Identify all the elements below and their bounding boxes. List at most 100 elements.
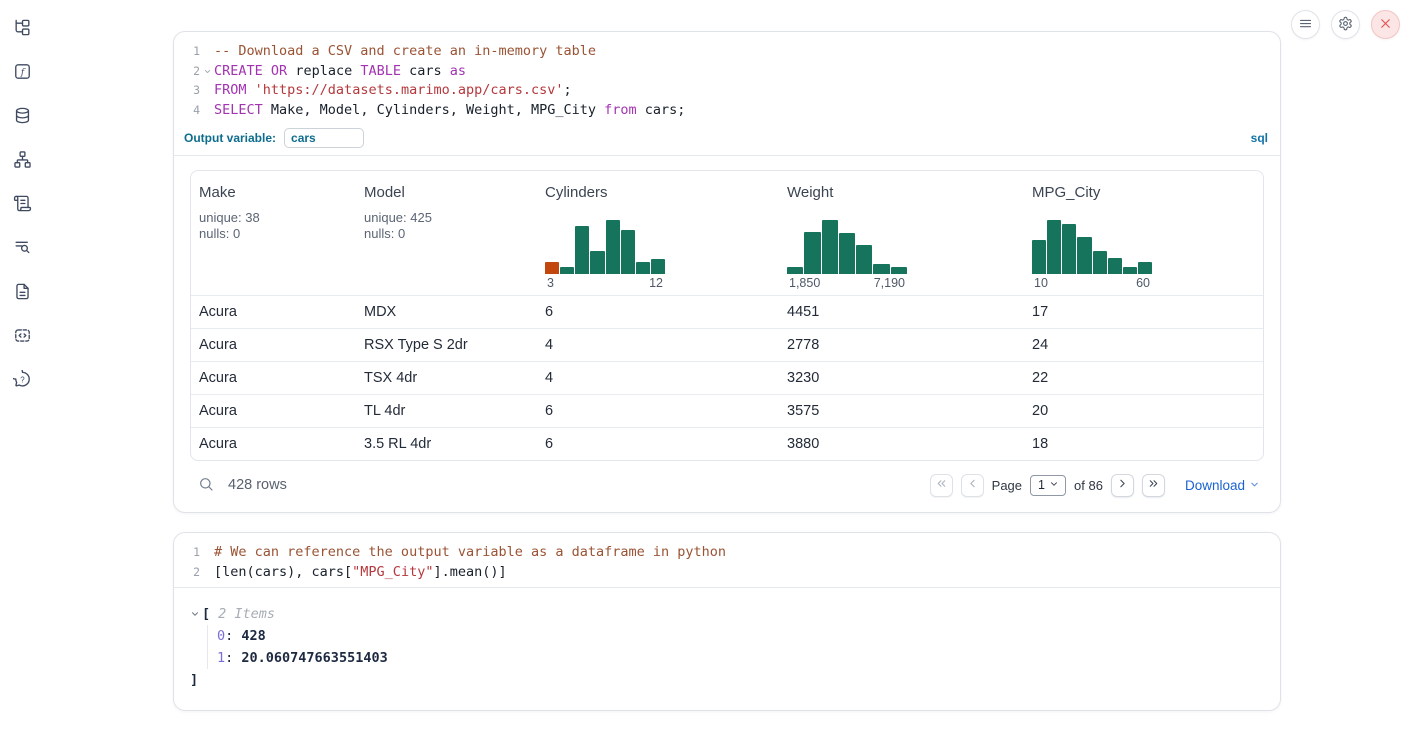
table-cell: 6	[537, 304, 779, 320]
sidebar-dependency-graph-button[interactable]	[8, 147, 36, 175]
tree-collapse-chevron-icon[interactable]	[190, 609, 202, 619]
line-number: 3	[182, 81, 200, 101]
table-row: AcuraTSX 4dr4323022	[191, 361, 1263, 394]
sql-cell: 1-- Download a CSV and create an in-memo…	[173, 31, 1281, 513]
python-code-editor[interactable]: 1# We can reference the output variable …	[174, 533, 1280, 587]
column-stat: nulls: 0	[199, 226, 352, 243]
column-header: Weight 1,850 7,190	[779, 171, 1024, 295]
histogram-bar	[545, 262, 559, 274]
histogram-bars	[545, 220, 665, 274]
column-stat: nulls: 0	[364, 226, 533, 243]
code-token: from	[604, 102, 637, 118]
output-variable-label: Output variable:	[184, 131, 276, 145]
file-tree-icon	[13, 18, 32, 40]
code-line[interactable]: 1# We can reference the output variable …	[174, 543, 1280, 563]
chevrons-right-icon	[1147, 477, 1160, 493]
axis-min-label: 1,850	[789, 276, 820, 290]
table-cell: 4451	[779, 304, 1024, 320]
table-row: AcuraMDX6445117	[191, 295, 1263, 328]
histogram-bar	[621, 230, 635, 274]
network-icon	[13, 150, 32, 172]
sql-code-editor[interactable]: 1-- Download a CSV and create an in-memo…	[174, 32, 1280, 126]
next-page-button[interactable]	[1111, 474, 1134, 497]
tree-entry-key: 1	[217, 650, 225, 666]
hamburger-menu-icon	[1298, 16, 1313, 34]
table-cell: Acura	[191, 304, 356, 320]
code-token: OR	[271, 63, 287, 79]
line-number: 2	[182, 563, 200, 583]
code-line[interactable]: 2[len(cars), cars["MPG_City"].mean()]	[174, 563, 1280, 583]
code-line[interactable]: 3FROM 'https://datasets.marimo.app/cars.…	[174, 81, 1280, 101]
code-line[interactable]: 1-- Download a CSV and create an in-memo…	[174, 42, 1280, 62]
language-badge[interactable]: sql	[1251, 131, 1268, 145]
sidebar-documentation-button[interactable]	[8, 279, 36, 307]
histogram-bar	[1138, 262, 1152, 274]
table-cell: Acura	[191, 337, 356, 353]
table-cell: TSX 4dr	[356, 370, 537, 386]
histogram-bar	[822, 220, 838, 274]
notebook-menu-button[interactable]	[1291, 10, 1320, 39]
search-icon	[198, 476, 214, 495]
table-cell: MDX	[356, 304, 537, 320]
search-button[interactable]	[196, 475, 216, 495]
page-label: Page	[992, 478, 1022, 493]
sql-cell-output: Makeunique: 38nulls: 0Modelunique: 425nu…	[174, 156, 1280, 512]
column-name[interactable]: Cylinders	[545, 184, 775, 201]
axis-max-label: 7,190	[874, 276, 905, 290]
page-select[interactable]: 1	[1030, 475, 1066, 496]
axis-max-label: 60	[1136, 276, 1150, 290]
sidebar-help-button[interactable]: ?	[8, 367, 36, 395]
sidebar-logs-button[interactable]	[8, 235, 36, 263]
notebook-cells: 1-- Download a CSV and create an in-memo…	[173, 0, 1281, 711]
output-variable-row: Output variable: sql	[174, 126, 1280, 156]
column-stat: unique: 38	[199, 210, 352, 227]
column-name[interactable]: MPG_City	[1032, 184, 1259, 201]
code-line[interactable]: 2CREATE OR replace TABLE cars as	[174, 62, 1280, 82]
sidebar-snippets-button[interactable]	[8, 323, 36, 351]
table-row: Acura3.5 RL 4dr6388018	[191, 427, 1263, 460]
column-name[interactable]: Make	[199, 184, 352, 201]
sidebar-datasources-button[interactable]	[8, 103, 36, 131]
prev-page-button[interactable]	[961, 474, 984, 497]
close-x-icon	[1378, 16, 1393, 34]
fold-slot-empty	[200, 543, 214, 563]
helper-sidebar: f ?	[0, 0, 44, 729]
table-cell: 2778	[779, 337, 1024, 353]
sidebar-scratchpad-button[interactable]	[8, 191, 36, 219]
shutdown-button[interactable]	[1371, 10, 1400, 39]
first-page-button[interactable]	[930, 474, 953, 497]
column-name[interactable]: Model	[364, 184, 533, 201]
table-cell: 17	[1024, 304, 1263, 320]
sidebar-file-explorer-button[interactable]	[8, 15, 36, 43]
last-page-button[interactable]	[1142, 474, 1165, 497]
code-token: [len(cars), cars[	[214, 564, 352, 580]
table-cell: 6	[537, 436, 779, 452]
axis-min-label: 10	[1034, 276, 1048, 290]
table-cell: Acura	[191, 370, 356, 386]
output-variable-input[interactable]	[284, 128, 364, 148]
table-cell: Acura	[191, 403, 356, 419]
code-token: SELECT	[214, 102, 263, 118]
histogram-bar	[606, 220, 620, 274]
download-button[interactable]: Download	[1185, 478, 1260, 493]
settings-button[interactable]	[1331, 10, 1360, 39]
code-snippet-icon	[13, 326, 32, 348]
code-token: CREATE	[214, 63, 263, 79]
fold-slot-empty	[200, 563, 214, 583]
function-square-icon: f	[13, 62, 32, 84]
line-number: 1	[182, 42, 200, 62]
sidebar-variables-button[interactable]: f	[8, 59, 36, 87]
column-header: Make unique: 38nulls: 0	[191, 171, 356, 295]
python-cell: 1# We can reference the output variable …	[173, 532, 1281, 711]
marimo-notebook: f ?	[0, 0, 1408, 729]
histogram-bar	[804, 232, 820, 274]
fold-chevron-icon[interactable]	[200, 62, 214, 82]
code-token: "MPG_City"	[352, 564, 433, 580]
code-line[interactable]: 4SELECT Make, Model, Cylinders, Weight, …	[174, 101, 1280, 121]
chevron-down-icon	[1249, 478, 1260, 493]
code-token	[263, 63, 271, 79]
histogram-bar	[1032, 240, 1046, 273]
column-name[interactable]: Weight	[787, 184, 1020, 201]
histogram-bar	[873, 264, 889, 274]
histogram-bar	[590, 251, 604, 274]
